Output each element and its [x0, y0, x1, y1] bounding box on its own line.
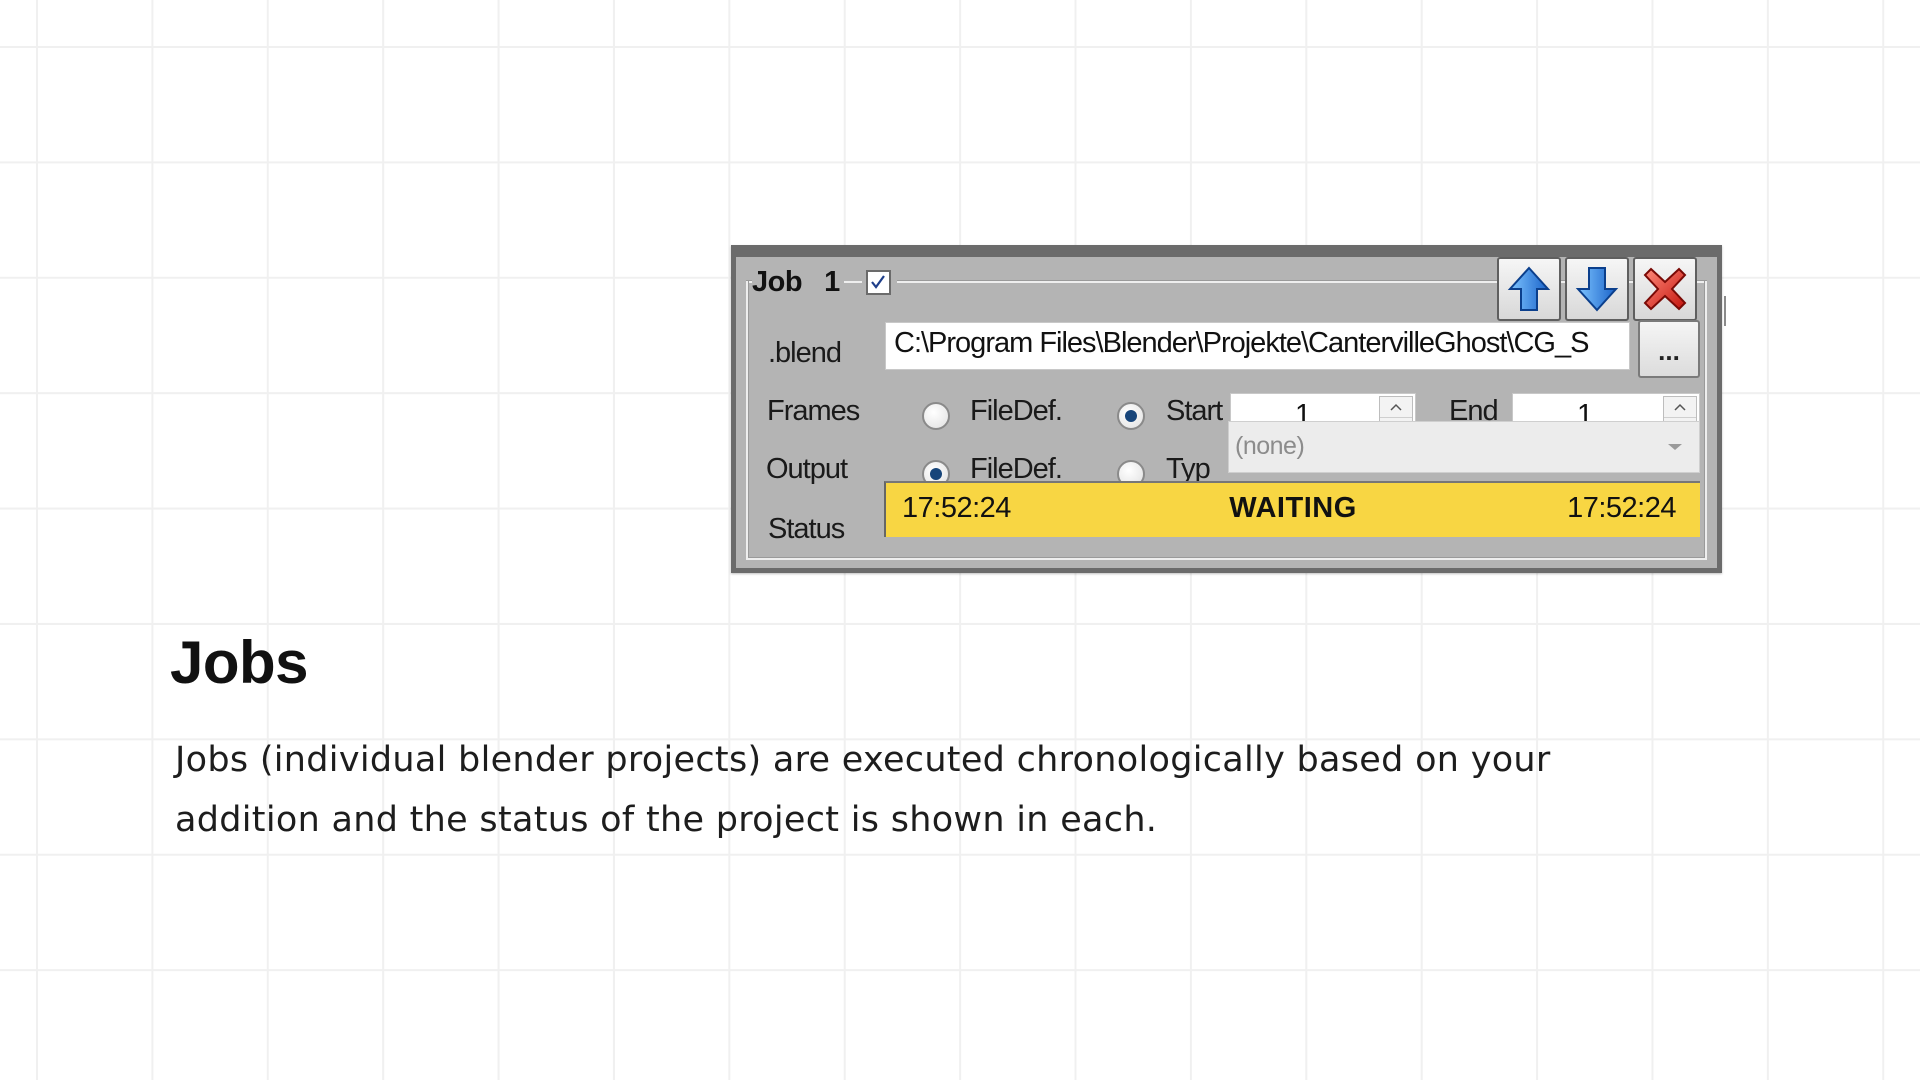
frames-filedef-radio[interactable] — [922, 402, 950, 430]
checkmark-icon — [871, 275, 886, 289]
status-end-time: 17:52:24 — [1567, 492, 1676, 524]
slide-body-text: Jobs (individual blender projects) are e… — [175, 740, 1551, 840]
blend-path-field[interactable]: C:\Program Files\Blender\Projekte\Canter… — [885, 322, 1630, 370]
dropdown-arrow-icon[interactable] — [1651, 422, 1699, 472]
job-title: Job — [752, 265, 803, 298]
job-enabled-checkbox[interactable] — [865, 269, 891, 295]
output-type-value: (none) — [1235, 432, 1305, 460]
remove-job-button[interactable] — [1633, 257, 1697, 321]
job-action-buttons — [1497, 257, 1697, 321]
output-label: Output — [766, 453, 848, 485]
move-up-button[interactable] — [1497, 257, 1561, 321]
caret-up-icon — [1390, 403, 1402, 411]
output-type-dropdown[interactable]: (none) — [1228, 421, 1700, 473]
caret-up-icon — [1674, 403, 1686, 411]
frames-start-label: Start — [1166, 395, 1223, 427]
frames-filedef-label: FileDef. — [970, 395, 1063, 427]
legend-separator — [843, 281, 862, 283]
spin-up-button[interactable] — [1380, 397, 1412, 418]
status-bar: 17:52:24 WAITING 17:52:24 — [884, 481, 1700, 537]
slide-heading: Jobs — [170, 629, 309, 696]
arrow-up-icon — [1507, 266, 1551, 311]
blend-label: .blend — [768, 337, 842, 369]
job-number: 1 — [824, 265, 840, 298]
job-legend: Job 1 — [752, 264, 897, 300]
move-down-button[interactable] — [1565, 257, 1629, 321]
spin-up-button[interactable] — [1664, 397, 1696, 418]
panel-edge-mark — [1724, 296, 1726, 326]
frames-label: Frames — [767, 395, 860, 427]
frames-start-radio[interactable] — [1117, 402, 1145, 430]
browse-button[interactable]: ... — [1638, 320, 1700, 378]
status-label: Status — [768, 513, 845, 545]
red-x-icon — [1643, 267, 1687, 311]
arrow-down-icon — [1575, 267, 1619, 312]
job-panel: Job 1 .blend C:\Program Files\Blender\Pr… — [731, 245, 1722, 573]
